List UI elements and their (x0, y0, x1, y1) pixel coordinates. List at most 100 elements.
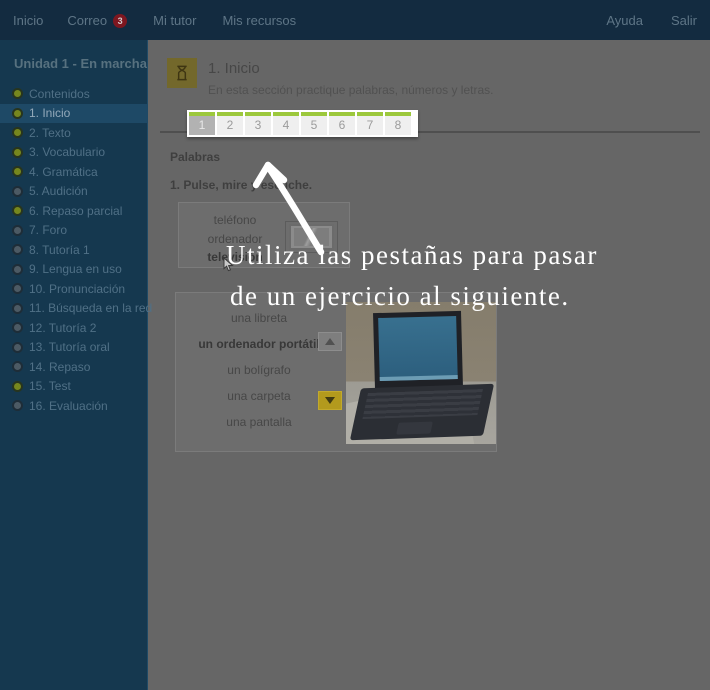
word-option[interactable]: una pantalla (184, 409, 334, 435)
sidebar-item[interactable]: 1. Inicio (0, 104, 148, 124)
sidebar-item-label: 16. Evaluación (29, 399, 108, 413)
nav-right-group: Ayuda Salir (606, 13, 710, 28)
sidebar-item-label: 15. Test (29, 379, 71, 393)
bullet-icon (14, 305, 21, 312)
bullet-icon (14, 227, 21, 234)
sidebar-item-label: 7. Foro (29, 223, 67, 237)
laptop-base (350, 384, 494, 441)
tv-selection-frame (285, 221, 338, 253)
laptop-display (378, 316, 458, 381)
bullet-icon (14, 383, 21, 390)
sidebar-item-label: 14. Repaso (29, 360, 90, 374)
bullet-icon (14, 110, 21, 117)
sidebar-item-label: Contenidos (29, 87, 90, 101)
sidebar-item[interactable]: 4. Gramática (0, 162, 148, 182)
bullet-icon (14, 129, 21, 136)
nav-mis-recursos[interactable]: Mis recursos (222, 13, 296, 28)
word-option[interactable]: ordenador (185, 230, 285, 249)
sidebar-item-label: 12. Tutoría 2 (29, 321, 96, 335)
sidebar-item[interactable]: 2. Texto (0, 123, 148, 143)
bullet-icon (14, 285, 21, 292)
sidebar-item[interactable]: 11. Búsqueda en la red (0, 299, 148, 319)
sidebar-item-label: 3. Vocabulario (29, 145, 105, 159)
sidebar-item-label: 5. Audición (29, 184, 88, 198)
unit-title: Unidad 1 - En marcha (14, 56, 147, 71)
bullet-icon (14, 402, 21, 409)
laptop-keyboard (362, 389, 482, 419)
sidebar-item-label: 9. Lengua en uso (29, 262, 122, 276)
sidebar-item[interactable]: 10. Pronunciación (0, 279, 148, 299)
app-window: Inicio Correo3 Mi tutor Mis recursos Ayu… (0, 0, 710, 690)
nav-salir[interactable]: Salir (671, 13, 697, 28)
word-option[interactable]: una libreta (184, 305, 334, 331)
sidebar-item-label: 10. Pronunciación (29, 282, 125, 296)
mouse-cursor-icon (223, 257, 234, 272)
word-option[interactable]: teléfono (185, 211, 285, 230)
exercise-instruction: 1. Pulse, mire y escuche. (170, 178, 312, 192)
tab-1[interactable]: 1 (189, 112, 215, 135)
tab-6[interactable]: 6 (329, 112, 355, 135)
tab-2[interactable]: 2 (217, 112, 243, 135)
section-heading: Palabras (170, 150, 220, 164)
sidebar-list: Contenidos 1. Inicio 2. Texto 3. Vocabulari… (0, 84, 148, 416)
sidebar-item[interactable]: 12. Tutoría 2 (0, 318, 148, 338)
sidebar-item[interactable]: 14. Repaso (0, 357, 148, 377)
nav-inicio[interactable]: Inicio (13, 13, 43, 28)
sidebar-item-label: 4. Gramática (29, 165, 98, 179)
laptop-image[interactable] (346, 302, 496, 444)
tab-3[interactable]: 3 (245, 112, 271, 135)
bullet-icon (14, 90, 21, 97)
bullet-icon (14, 188, 21, 195)
nav-ayuda[interactable]: Ayuda (606, 13, 643, 28)
bullet-icon (14, 207, 21, 214)
bullet-icon (14, 324, 21, 331)
sidebar-item-label: 1. Inicio (29, 106, 70, 120)
sidebar-item-label: 8. Tutoría 1 (29, 243, 90, 257)
exercise1-word-list: teléfonoordenadortelevisión (185, 211, 285, 267)
tab-4[interactable]: 4 (273, 112, 299, 135)
bullet-icon (14, 344, 21, 351)
sidebar-item[interactable]: 3. Vocabulario (0, 143, 148, 163)
sidebar-item[interactable]: 16. Evaluación (0, 396, 148, 416)
sidebar-item[interactable]: 13. Tutoría oral (0, 338, 148, 358)
exercise2-box: una libretaun ordenador portátilun bolíg… (175, 292, 497, 452)
word-option[interactable]: una carpeta (184, 383, 334, 409)
scroll-down-button[interactable] (318, 391, 342, 410)
sidebar-item-label: 2. Texto (29, 126, 71, 140)
tab-8[interactable]: 8 (385, 112, 411, 135)
exercise-tab-strip: 12345678 (187, 110, 418, 137)
sidebar-item-label: 13. Tutoría oral (29, 340, 110, 354)
sidebar-item-label: 11. Búsqueda en la red (29, 301, 152, 315)
laptop-taskbar (380, 375, 458, 381)
tv-image[interactable] (289, 224, 334, 250)
tab-7[interactable]: 7 (357, 112, 383, 135)
nav-correo[interactable]: Correo3 (67, 13, 127, 28)
tab-5[interactable]: 5 (301, 112, 327, 135)
scroll-up-button[interactable] (318, 332, 342, 351)
sidebar-item[interactable]: 15. Test (0, 377, 148, 397)
nav-mi-tutor[interactable]: Mi tutor (153, 13, 196, 28)
page-title: 1. Inicio (208, 60, 260, 77)
word-option[interactable]: televisión (185, 248, 285, 267)
page-subtitle: En esta sección practique palabras, núme… (208, 83, 493, 97)
bullet-icon (14, 266, 21, 273)
sidebar-item-label: 6. Repaso parcial (29, 204, 122, 218)
sidebar-item[interactable]: 5. Audición (0, 182, 148, 202)
top-navigation: Inicio Correo3 Mi tutor Mis recursos Ayu… (0, 0, 710, 40)
word-option[interactable]: un ordenador portátil (184, 331, 334, 357)
sidebar-item[interactable]: 8. Tutoría 1 (0, 240, 148, 260)
sidebar-item[interactable]: 9. Lengua en uso (0, 260, 148, 280)
sidebar-item[interactable]: 7. Foro (0, 221, 148, 241)
exercise1-box: teléfonoordenadortelevisión (178, 202, 350, 268)
unit-sidebar: Unidad 1 - En marcha Contenidos 1. Inicio… (0, 40, 148, 690)
bullet-icon (14, 246, 21, 253)
main-content: 1. Inicio En esta sección practique pala… (148, 40, 710, 690)
exercise2-word-list: una libretaun ordenador portátilun bolíg… (184, 305, 334, 435)
word-option[interactable]: un bolígrafo (184, 357, 334, 383)
sidebar-item[interactable]: Contenidos (0, 84, 148, 104)
mail-count-badge: 3 (113, 14, 127, 28)
bullet-icon (14, 168, 21, 175)
sidebar-item[interactable]: 6. Repaso parcial (0, 201, 148, 221)
tv-screen (294, 228, 329, 246)
laptop-touchpad (396, 422, 433, 435)
